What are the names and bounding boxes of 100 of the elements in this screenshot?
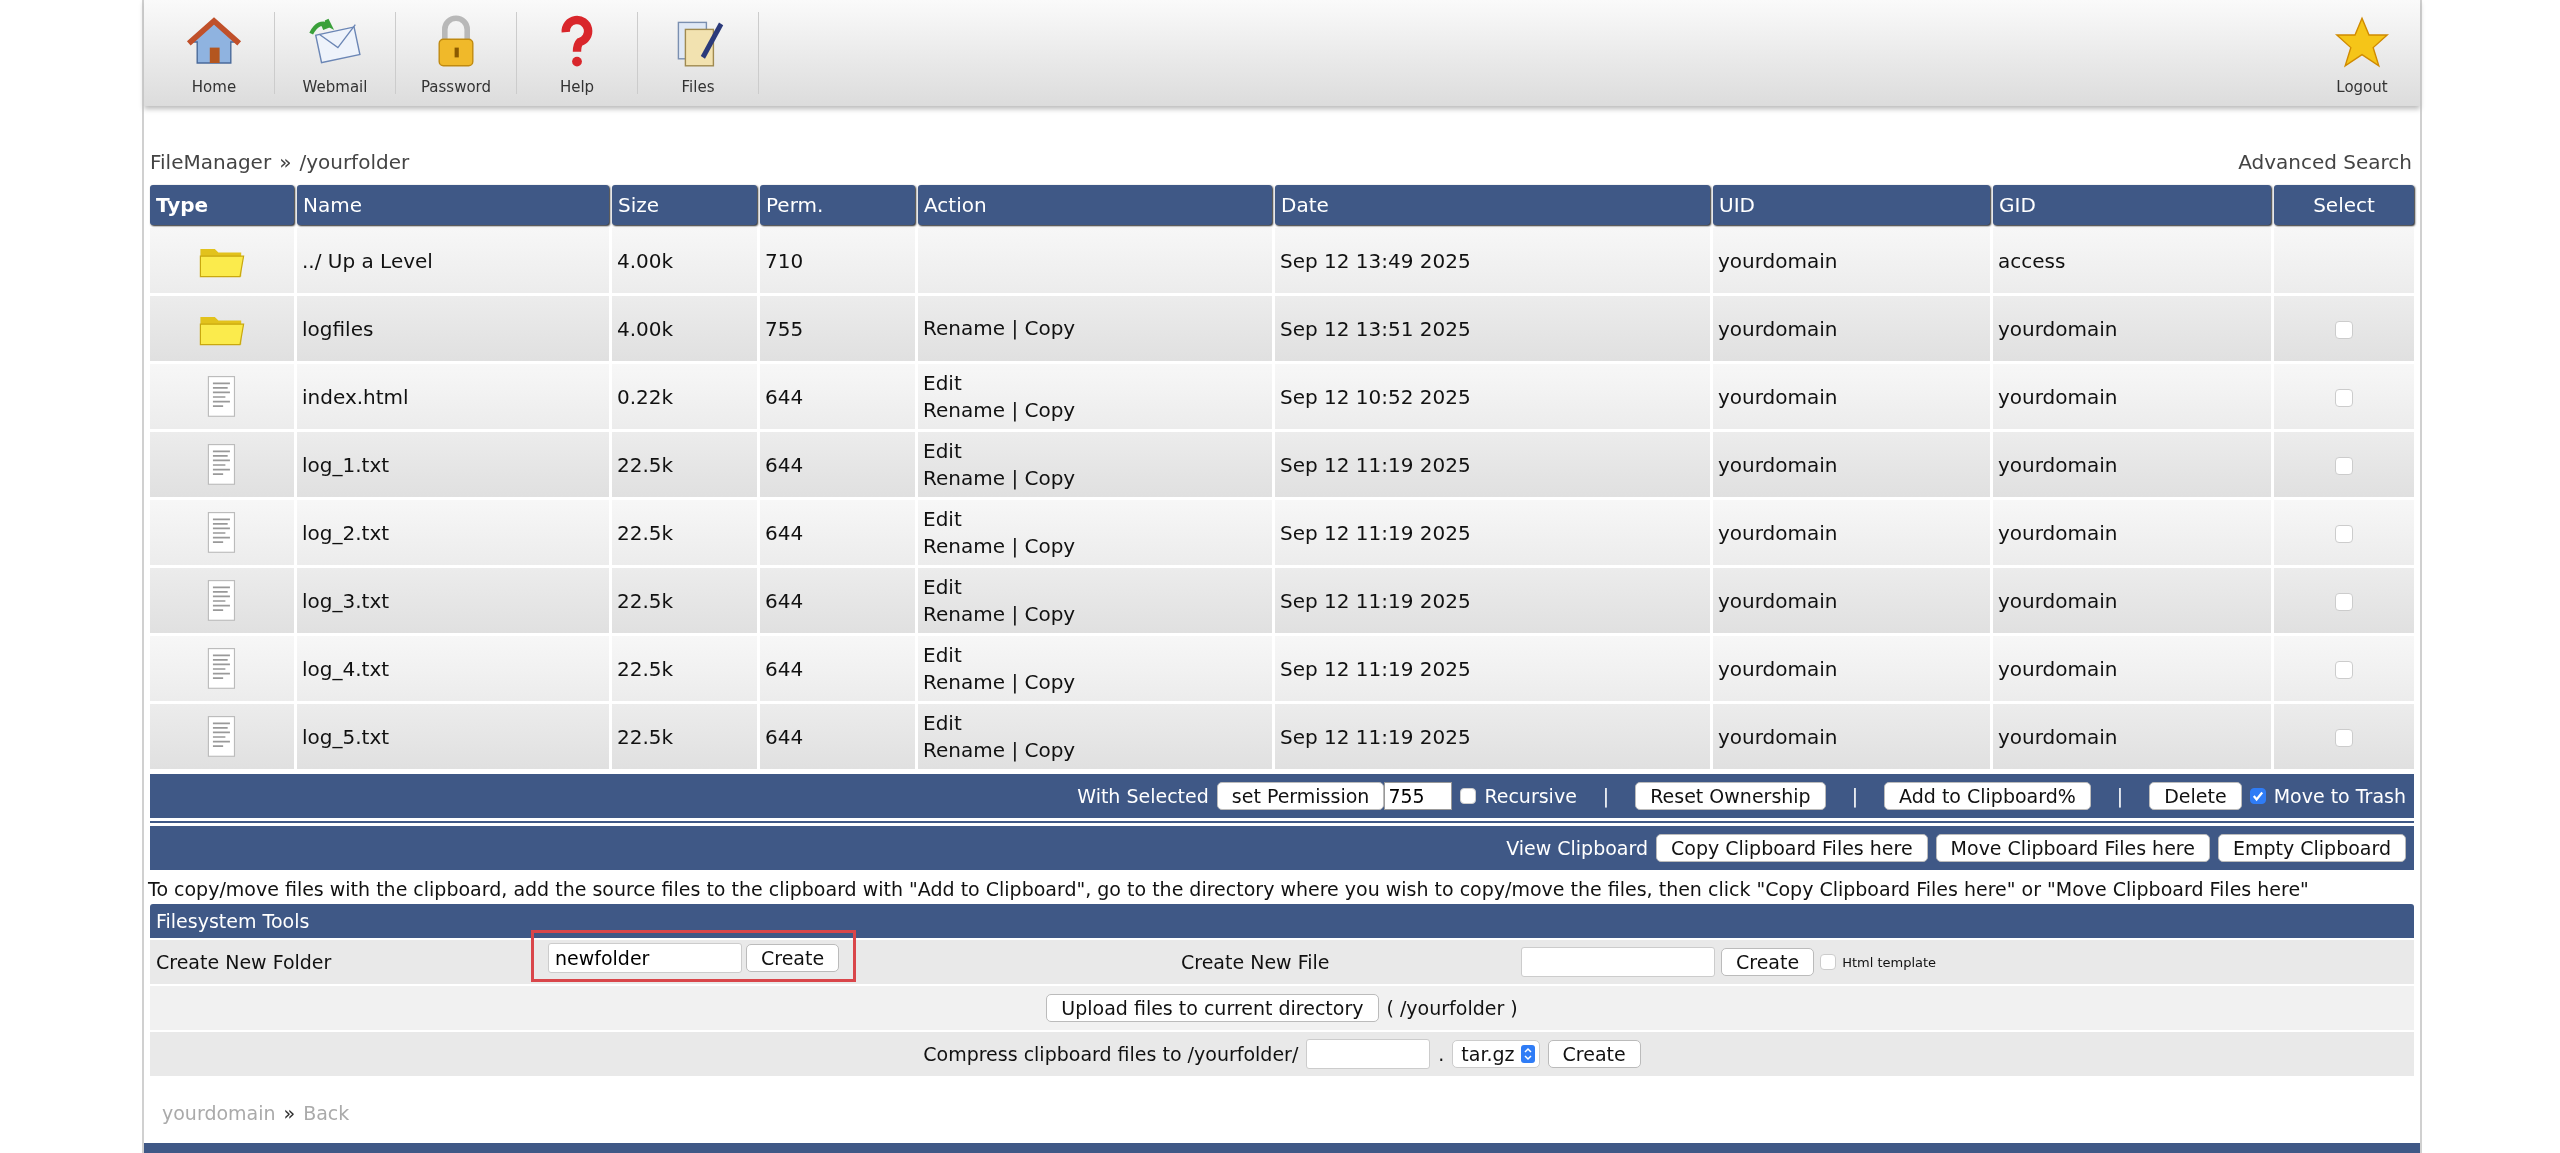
date-cell: Sep 12 11:19 2025 [1275,636,1710,701]
date-cell: Sep 12 10:52 2025 [1275,364,1710,429]
action-links[interactable]: Rename | Copy [923,668,1267,696]
date-cell: Sep 12 13:49 2025 [1275,228,1710,293]
advanced-search-link[interactable]: Advanced Search [2238,150,2412,174]
action-links[interactable]: Edit [923,437,1267,465]
uid-cell: yourdomain [1713,296,1990,361]
select-checkbox[interactable] [2335,593,2353,611]
breadcrumb-link[interactable]: FileManager [150,150,272,174]
clipboard-button[interactable]: Copy Clipboard Files here [1656,834,1928,862]
logout-button[interactable]: Logout [2312,0,2412,106]
uid-cell: yourdomain [1713,432,1990,497]
select-checkbox[interactable] [2335,321,2353,339]
date-cell: Sep 12 11:19 2025 [1275,704,1710,769]
compress-label: Compress clipboard files to /yourfolder/ [923,1043,1299,1065]
clipboard-button[interactable]: Empty Clipboard [2217,834,2406,862]
clipboard-button[interactable]: Move Clipboard Files here [1935,834,2210,862]
file-name-cell[interactable]: log_1.txt [297,432,609,497]
action-links[interactable]: Rename | Copy [923,600,1267,628]
file-name-cell[interactable]: log_3.txt [297,568,609,633]
toolbar-button[interactable]: Webmail [285,0,385,106]
permission-cell: 644 [760,364,915,429]
action-links[interactable]: Rename | Copy [923,532,1267,560]
reset-ownership-button[interactable]: Reset Ownership [1635,782,1826,810]
action-links[interactable]: Edit [923,505,1267,533]
action-links[interactable]: Edit [923,573,1267,601]
create-folder-label: Create New Folder [155,951,333,973]
permission-cell: 644 [760,568,915,633]
recursive-checkbox[interactable] [1460,788,1477,804]
action-links[interactable]: Edit [923,369,1267,397]
size-cell: 22.5k [612,636,757,701]
upload-button[interactable]: Upload files to current directory [1046,994,1379,1022]
current-path: ( /yourfolder ) [1386,997,1518,1019]
action-links[interactable]: Rename | Copy [923,396,1267,424]
toolbar-button[interactable]: Files [648,0,748,106]
file-name-cell[interactable]: log_2.txt [297,500,609,565]
action-links[interactable]: Edit [923,709,1267,737]
action-links[interactable]: Rename | Copy [923,464,1267,492]
clipboard-hint: To copy/move files with the clipboard, add the source files to the clipboard with "Add to Clipboard", go to the directory where you wish to copy/move the files, then click "Copy Clipboard Files here" or "Move Clipboard Files here" [147,877,2310,902]
action-links[interactable]: Rename | Copy [923,736,1267,764]
size-cell: 22.5k [612,500,757,565]
action-links[interactable]: Edit [923,641,1267,669]
column-header: Perm. [760,185,915,225]
column-header: Select [2274,185,2414,225]
date-cell: Sep 12 11:19 2025 [1275,500,1710,565]
dropdown-arrows-icon [1520,1045,1535,1063]
uid-cell: yourdomain [1713,704,1990,769]
file-name-cell[interactable]: index.html [297,364,609,429]
extension-dot: . [1438,1043,1445,1065]
compress-create-button[interactable]: Create [1547,1040,1641,1068]
toolbar-button[interactable]: Home [164,0,264,106]
view-clipboard-link[interactable]: View Clipboard [1506,837,1649,859]
column-header: Date [1275,185,1710,225]
column-header: Size [612,185,757,225]
html-template-label: Html template [1842,954,1937,970]
archive-name-input[interactable] [1306,1039,1431,1069]
add-to-clipboard-button[interactable]: Add to Clipboard% [1884,782,2091,810]
move-to-trash-label: Move to Trash [2273,785,2406,807]
gid-cell: yourdomain [1993,296,2271,361]
section-title: Filesystem Tools [156,910,310,932]
gid-cell: yourdomain [1993,364,2271,429]
size-cell: 22.5k [612,568,757,633]
separator: | [1602,785,1610,807]
delete-button[interactable]: Delete [2149,782,2242,810]
select-checkbox[interactable] [2335,729,2353,747]
uid-cell: yourdomain [1713,228,1990,293]
column-header: GID [1993,185,2271,225]
format-select[interactable]: tar.gz [1452,1040,1540,1068]
create-folder-button[interactable]: Create [746,944,840,972]
toolbar-button[interactable]: Help [527,0,627,106]
select-checkbox[interactable] [2335,457,2353,475]
file-name-cell[interactable]: log_4.txt [297,636,609,701]
file-name-cell[interactable]: logfiles [297,296,609,361]
gid-cell: yourdomain [1993,636,2271,701]
column-header: Name [297,185,609,225]
select-checkbox[interactable] [2335,389,2353,407]
date-cell: Sep 12 11:19 2025 [1275,568,1710,633]
file-name-input[interactable] [1521,947,1715,977]
column-header: UID [1713,185,1990,225]
file-name-cell[interactable]: log_5.txt [297,704,609,769]
footer-separator: » [283,1102,296,1124]
permission-input[interactable]: 755 [1384,782,1453,810]
select-checkbox[interactable] [2335,525,2353,543]
gid-cell: yourdomain [1993,568,2271,633]
permission-cell: 644 [760,500,915,565]
breadcrumb-path: /yourfolder [299,150,410,174]
uid-cell: yourdomain [1713,636,1990,701]
create-file-button[interactable]: Create [1721,948,1815,976]
folder-name-input[interactable]: newfolder [548,943,742,973]
html-template-checkbox[interactable] [1820,954,1837,970]
trash-checkbox[interactable] [2249,788,2266,804]
file-name-cell[interactable]: ../ Up a Level [297,228,609,293]
date-cell: Sep 12 13:51 2025 [1275,296,1710,361]
create-file-label: Create New File [1181,951,1331,973]
gid-cell: yourdomain [1993,500,2271,565]
with-selected-label: With Selected [1077,785,1209,807]
toolbar-button[interactable]: Password [406,0,506,106]
gid-cell: access [1993,228,2271,293]
select-checkbox[interactable] [2335,661,2353,679]
set-permission-button[interactable]: set Permission [1216,782,1385,810]
